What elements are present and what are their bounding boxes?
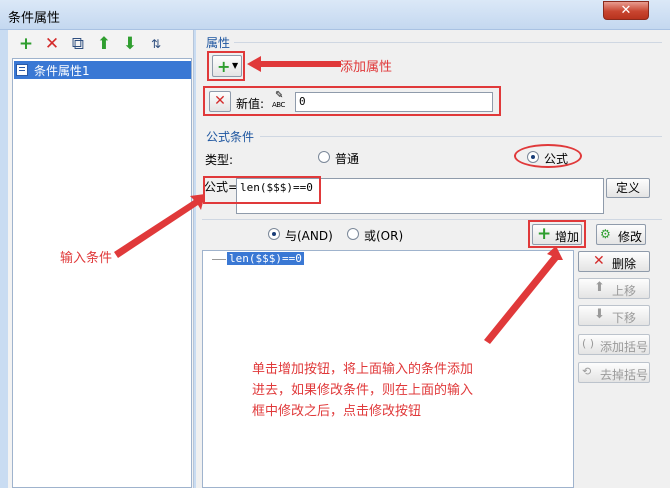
arrow-down-icon: ⬇ bbox=[594, 307, 605, 322]
divider bbox=[202, 219, 662, 220]
formula-group-label: 公式条件 bbox=[206, 130, 255, 144]
annotation-add-property: 添加属性 bbox=[340, 60, 393, 75]
delete-icon[interactable]: ✕ bbox=[42, 34, 62, 54]
tree-item-label: 条件属性1 bbox=[34, 64, 90, 78]
close-icon: ✕ bbox=[593, 253, 605, 269]
new-value-label: 新值: bbox=[236, 97, 265, 111]
tree-connector bbox=[212, 259, 226, 260]
divider bbox=[260, 136, 662, 137]
title-bar bbox=[0, 0, 670, 30]
pen-icon: ✎ bbox=[275, 90, 284, 101]
define-button[interactable]: 定义 bbox=[606, 178, 650, 198]
abc-icon[interactable]: ✎ ABC bbox=[272, 90, 292, 110]
or-radio[interactable] bbox=[347, 228, 359, 240]
modify-condition-button[interactable]: ⚙ 修改 bbox=[596, 224, 646, 245]
type-normal-label: 普通 bbox=[335, 152, 360, 166]
modify-icon: ⚙ bbox=[600, 227, 611, 241]
move-down-button[interactable]: ⬇ 下移 bbox=[578, 305, 650, 326]
delete-condition-button[interactable]: ✕ 删除 bbox=[578, 251, 650, 272]
and-label: 与(AND) bbox=[285, 229, 333, 243]
type-label: 类型: bbox=[205, 153, 234, 167]
window-title: 条件属性 bbox=[8, 11, 61, 26]
arrow-up-icon[interactable]: ⬆ bbox=[94, 34, 114, 54]
list-item[interactable]: len($$$)==0 bbox=[227, 252, 304, 265]
tree-item[interactable]: 条件属性1 bbox=[14, 61, 191, 79]
close-button[interactable]: ✕ bbox=[603, 1, 649, 20]
or-label: 或(OR) bbox=[364, 229, 404, 243]
copy-icon[interactable]: ⧉ bbox=[68, 34, 88, 54]
add-parentheses-button[interactable]: ( ) 添加括号 bbox=[578, 334, 650, 355]
move-up-button[interactable]: ⬆ 上移 bbox=[578, 278, 650, 299]
annotation-instruction: 单击增加按钮，将上面输入的条件添加 进去，如果修改条件，则在上面的输入 框中修改… bbox=[252, 362, 474, 419]
highlight-box bbox=[207, 51, 245, 81]
list-icon bbox=[16, 64, 28, 76]
add-icon[interactable]: + bbox=[16, 34, 36, 54]
type-normal-radio[interactable] bbox=[318, 151, 330, 163]
highlight-box bbox=[203, 176, 321, 204]
remove-parentheses-button[interactable]: ⟲ 去掉括号 bbox=[578, 362, 650, 383]
parentheses-icon: ( ) bbox=[582, 337, 595, 350]
annotation-input-condition: 输入条件 bbox=[60, 251, 113, 266]
left-toolbar: + ✕ ⧉ ⬆ ⬇ ⇅ bbox=[8, 34, 194, 56]
remove-parentheses-icon: ⟲ bbox=[582, 365, 592, 378]
arrow-down-icon[interactable]: ⬇ bbox=[120, 34, 140, 54]
new-value-input[interactable]: 0 bbox=[295, 92, 493, 112]
arrow-annotation bbox=[484, 246, 563, 344]
arrow-up-icon: ⬆ bbox=[594, 280, 605, 295]
arrow-annotation bbox=[247, 56, 341, 72]
and-radio[interactable] bbox=[268, 228, 280, 240]
properties-group-label: 属性 bbox=[206, 36, 231, 50]
arrow-annotation bbox=[114, 194, 205, 258]
highlight-ellipse bbox=[514, 144, 582, 168]
remove-property-button[interactable]: ✕ bbox=[209, 91, 231, 112]
divider bbox=[234, 42, 662, 43]
sort-icon[interactable]: ⇅ bbox=[146, 34, 166, 54]
condition-tree[interactable] bbox=[12, 58, 192, 488]
